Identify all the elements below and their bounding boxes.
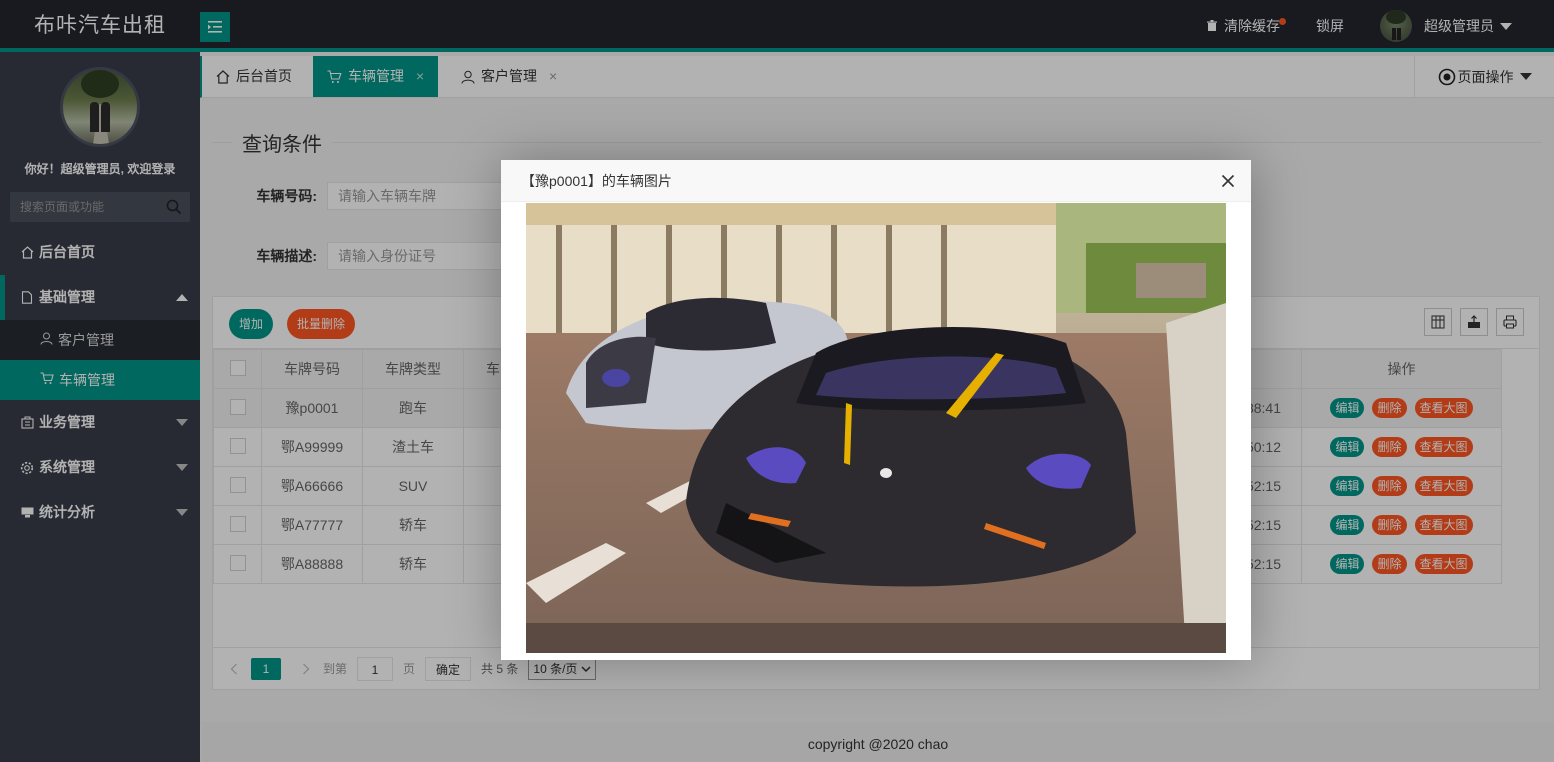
close-icon[interactable]: [1221, 174, 1235, 188]
modal-title: 【豫p0001】的车辆图片: [501, 160, 1251, 202]
vehicle-photo: [526, 203, 1226, 653]
image-modal: 【豫p0001】的车辆图片: [501, 160, 1251, 660]
car-image: [526, 203, 1226, 653]
